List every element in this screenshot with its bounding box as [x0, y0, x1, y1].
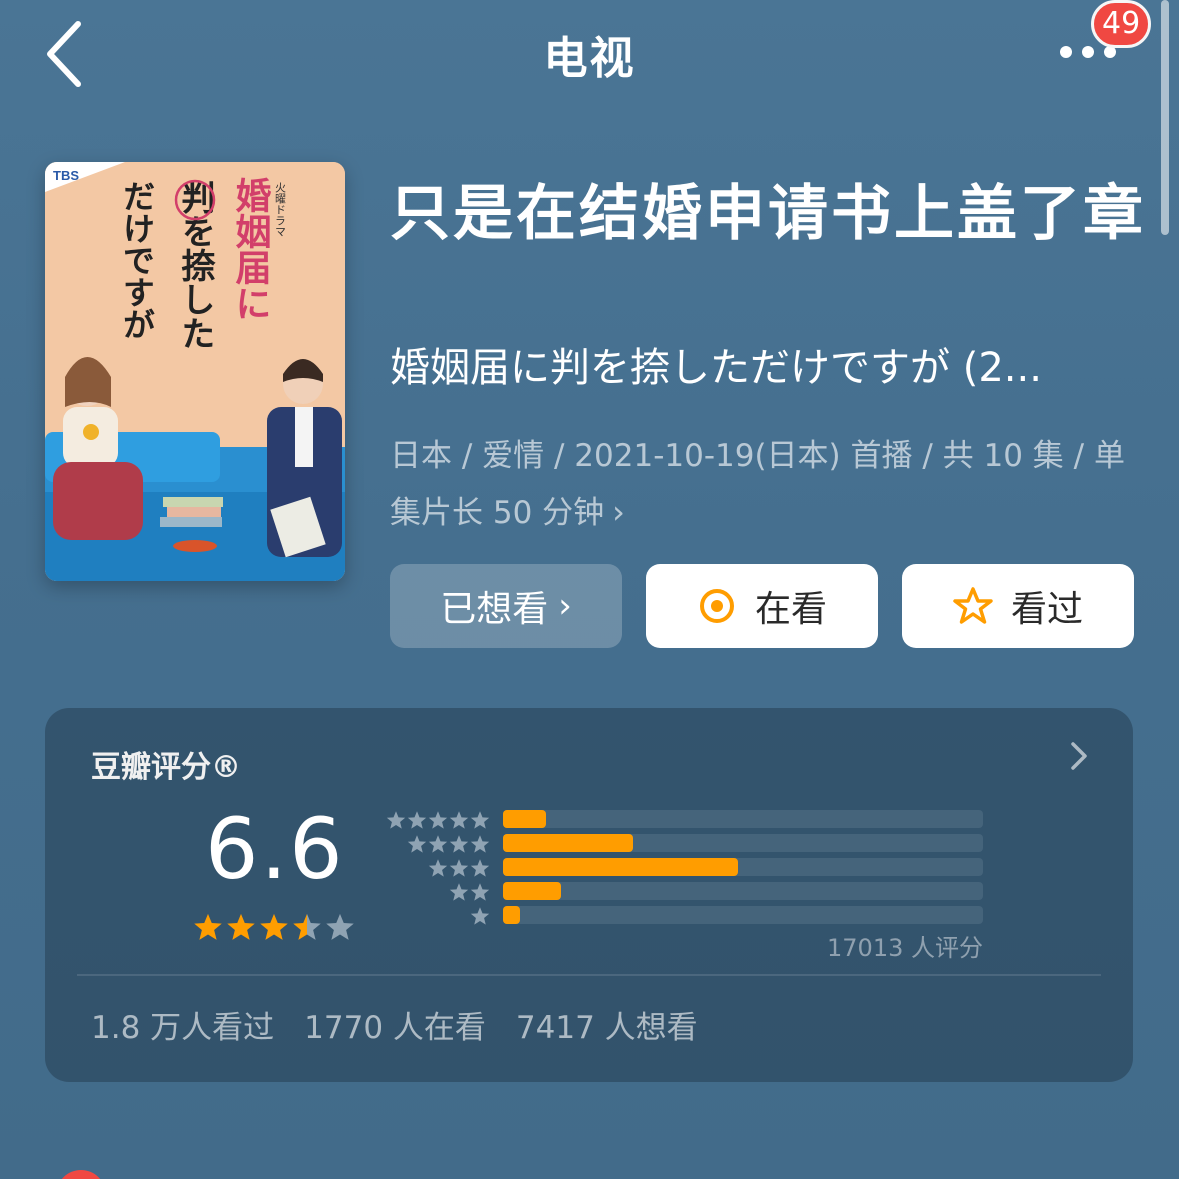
distribution-stars-2	[380, 882, 490, 902]
star-filled-icon	[260, 913, 288, 940]
star-grey-icon	[428, 859, 448, 877]
distribution-bar-4	[503, 834, 633, 852]
star-grey-icon	[470, 835, 490, 853]
star-grey-icon	[407, 811, 427, 829]
wish-button[interactable]: 已想看 ›	[390, 564, 622, 648]
rating-card[interactable]: 豆瓣评分® 6.6 17013 人评分 1.8 万人看过 1770 人在看 74…	[45, 708, 1133, 1082]
distribution-stars-4	[380, 834, 490, 854]
distribution-stars-1	[380, 906, 490, 926]
section-indicator	[56, 1170, 106, 1179]
watched-count: 1.8 万人看过	[91, 1010, 275, 1046]
star-grey-icon	[449, 811, 469, 829]
scrollbar[interactable]	[1161, 0, 1169, 235]
star-grey-icon	[470, 907, 490, 925]
distribution-bar-track	[503, 834, 983, 852]
target-icon	[699, 589, 734, 623]
chevron-right-icon[interactable]	[1067, 738, 1093, 774]
distribution-bar-1	[503, 906, 520, 924]
star-grey-icon	[470, 883, 490, 901]
raters-count: 17013 人评分	[827, 934, 983, 962]
star-outline-icon	[953, 587, 993, 624]
distribution-stars-5	[380, 810, 490, 830]
star-grey-icon	[386, 811, 406, 829]
notification-badge: 49	[1091, 0, 1152, 48]
star-grey-icon	[428, 835, 448, 853]
rating-score: 6.6	[205, 800, 345, 898]
star-grey-icon	[449, 883, 469, 901]
score-stars	[193, 912, 358, 942]
distribution-bar-3	[503, 858, 739, 876]
show-meta-text: 日本 / 爱情 / 2021-10-19(日本) 首播 / 共 10 集 / 单…	[390, 438, 1125, 531]
watching-count: 1770 人在看	[304, 1010, 486, 1046]
distribution-bar-track	[503, 858, 983, 876]
star-half-icon	[293, 913, 321, 940]
original-title: 婚姻届に判を捺しただけですが (2...	[390, 345, 1042, 391]
star-grey-icon	[470, 811, 490, 829]
wish-count: 7417 人想看	[515, 1010, 698, 1046]
star-grey-icon	[470, 859, 490, 877]
poster-title-line3: だけですが	[118, 180, 156, 340]
watched-button[interactable]: 看过	[902, 564, 1134, 648]
star-grey-icon	[449, 859, 469, 877]
watching-button[interactable]: 在看	[646, 564, 878, 648]
star-filled-icon	[194, 913, 222, 940]
distribution-bar-5	[503, 810, 547, 828]
poster-image[interactable]: TBS 火曜ドラマ 婚姻届に 判を捺した だけですが	[45, 162, 345, 581]
divider	[77, 974, 1101, 976]
poster-title-line2: 判を捺した	[175, 180, 215, 350]
star-filled-icon	[227, 913, 255, 940]
chevron-right-icon: ›	[612, 493, 625, 531]
chevron-right-icon: ›	[558, 586, 572, 626]
show-meta-info[interactable]: 日本 / 爱情 / 2021-10-19(日本) 首播 / 共 10 集 / 单…	[390, 428, 1130, 541]
distribution-stars-3	[380, 858, 490, 878]
star-grey-icon	[449, 835, 469, 853]
distribution-bar-track	[503, 810, 983, 828]
distribution-bar-track	[503, 906, 983, 924]
watched-button-label: 看过	[1010, 589, 1083, 630]
rating-title: 豆瓣评分®	[91, 750, 241, 785]
wish-button-label: 已想看	[440, 589, 549, 630]
poster-slot-text: 火曜ドラマ	[274, 182, 287, 237]
watching-button-label: 在看	[754, 589, 827, 630]
watch-counts: 1.8 万人看过 1770 人在看 7417 人想看	[91, 1002, 698, 1047]
movie-detail-page: 电视 49 TBS 火曜ドラマ 婚姻届に 判を捺した だけですが 只是在结婚申请…	[0, 0, 1179, 1179]
star-grey-icon	[428, 811, 448, 829]
poster-title-line1: 婚姻届に	[230, 177, 272, 321]
network-logo: TBS	[53, 168, 79, 183]
star-grey-icon	[407, 835, 427, 853]
distribution-bar-2	[503, 882, 561, 900]
page-title: 电视	[543, 33, 636, 84]
show-title: 只是在结婚申请书上盖了章	[390, 179, 1146, 249]
distribution-bar-track	[503, 882, 983, 900]
star-empty-icon	[326, 913, 354, 940]
